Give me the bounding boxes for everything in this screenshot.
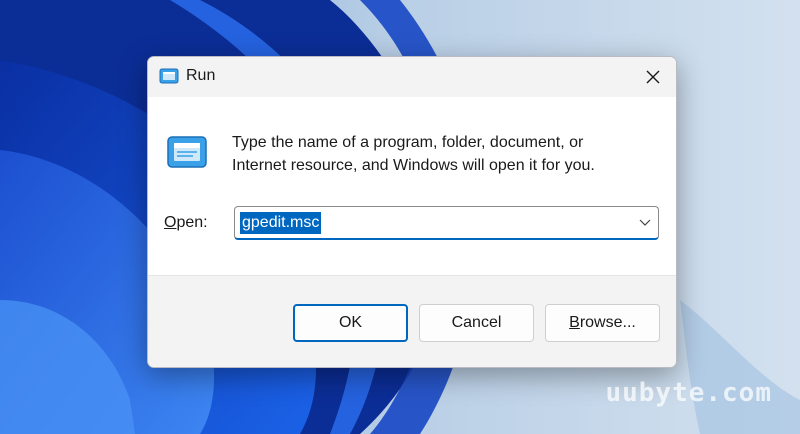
open-label-rest: pen: — [176, 214, 208, 231]
watermark: uubyte.com — [605, 378, 772, 408]
close-icon — [646, 70, 660, 84]
browse-accesskey: B — [569, 314, 580, 331]
ok-button[interactable]: OK — [293, 304, 408, 342]
instruction-line-1: Type the name of a program, folder, docu… — [232, 134, 584, 151]
run-app-icon — [159, 68, 179, 84]
dialog-body: Type the name of a program, folder, docu… — [148, 97, 676, 275]
cancel-button[interactable]: Cancel — [419, 304, 534, 342]
title-bar[interactable]: Run — [148, 57, 676, 97]
browse-label-rest: rowse... — [579, 314, 636, 331]
open-combobox[interactable]: gpedit.msc — [234, 206, 659, 240]
browse-button[interactable]: Browse... — [545, 304, 660, 342]
close-button[interactable] — [630, 57, 676, 97]
instruction-line-2: Internet resource, and Windows will open… — [232, 157, 595, 174]
open-label-accesskey: O — [164, 214, 177, 231]
dialog-footer: OK Cancel Browse... — [148, 275, 676, 367]
open-input[interactable]: gpedit.msc — [240, 212, 322, 234]
open-label: Open: — [164, 214, 208, 232]
window-title: Run — [186, 67, 216, 84]
run-large-icon — [167, 136, 207, 168]
instruction-text: Type the name of a program, folder, docu… — [232, 131, 652, 177]
chevron-down-icon[interactable] — [638, 215, 652, 229]
run-dialog: Run Type the name of a program, folder, … — [147, 56, 677, 368]
